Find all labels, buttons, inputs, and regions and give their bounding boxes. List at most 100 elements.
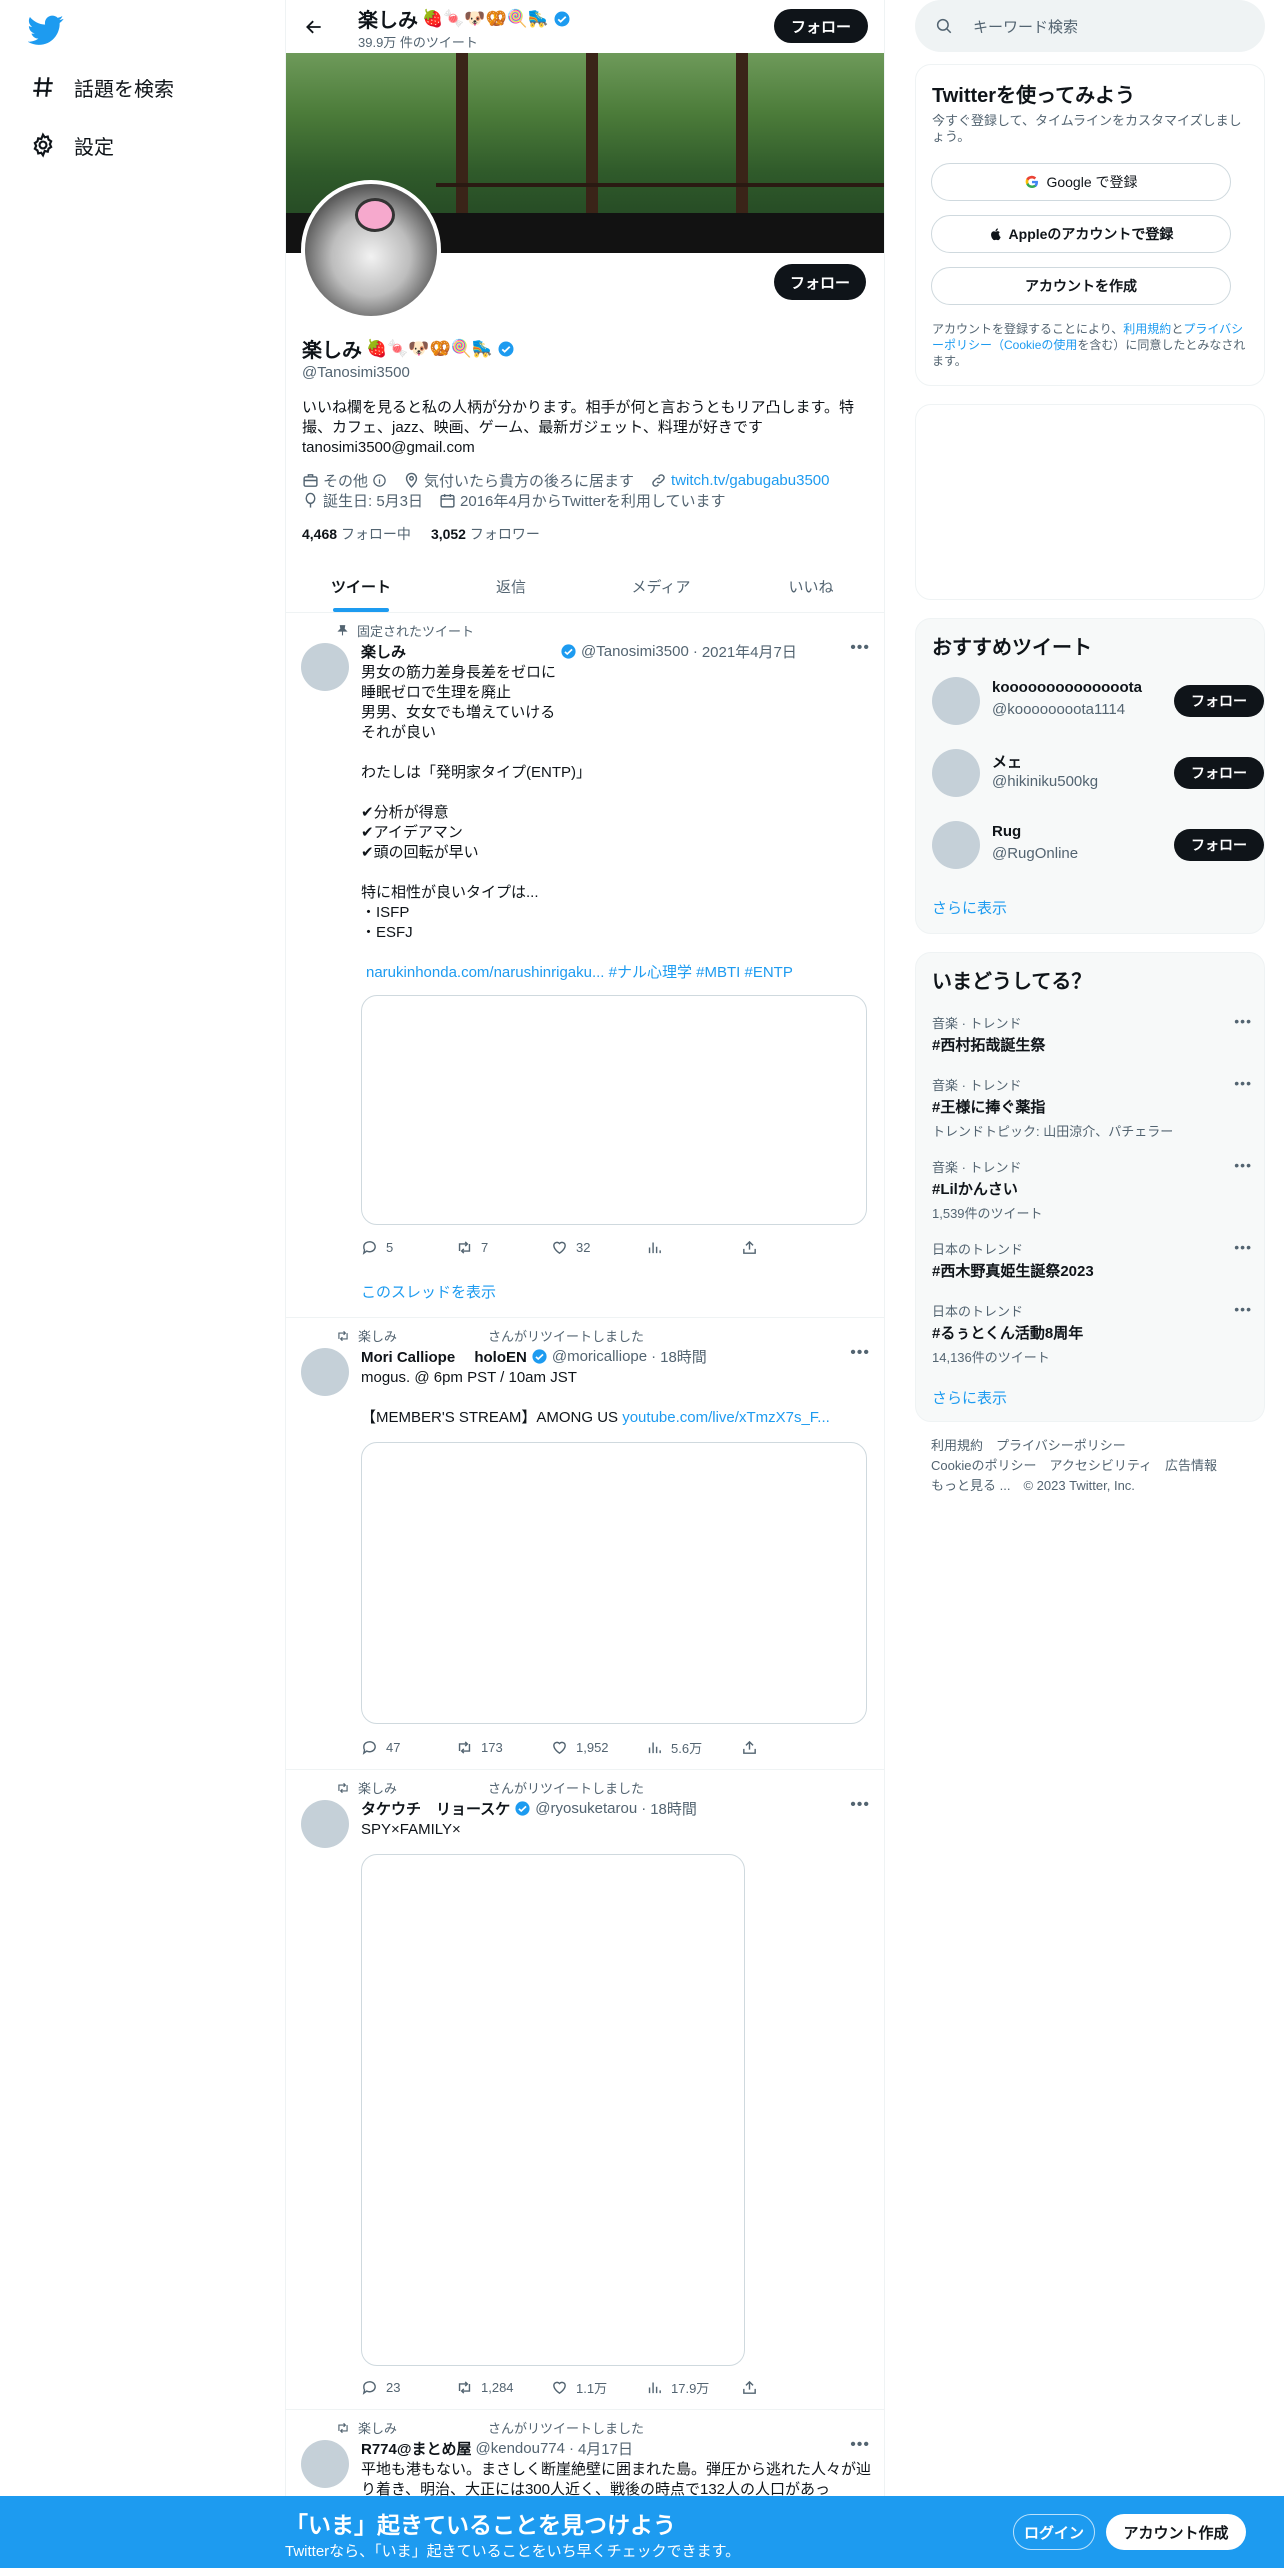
views-action[interactable] xyxy=(646,1239,741,1256)
left-navigation: 話題を検索 設定 xyxy=(0,0,285,2568)
share-action[interactable] xyxy=(741,1239,836,1256)
followers-link[interactable]: 3,052 フォロワー xyxy=(431,524,540,544)
following-link[interactable]: 4,468 フォロー中 xyxy=(302,524,411,544)
tweet-pinned[interactable]: 固定されたツイート 楽しみ @Tanosimi3500 · 2021年4月7日 … xyxy=(286,613,884,1318)
avatar[interactable] xyxy=(932,821,980,869)
info-icon[interactable] xyxy=(372,473,387,488)
tweet-author-name[interactable]: 楽しみ xyxy=(361,641,406,662)
trend-item[interactable]: 音楽 · トレンド #西村拓哉誕生祭 ••• xyxy=(932,1013,1252,1055)
tab-media[interactable]: メディア xyxy=(586,560,736,612)
login-button[interactable]: ログイン xyxy=(1013,2514,1095,2550)
tweet-avatar[interactable] xyxy=(301,1348,349,1396)
retweet-action[interactable]: 173 xyxy=(456,1738,551,1757)
footer-line-3[interactable]: もっと見る ... © 2023 Twitter, Inc. xyxy=(931,1476,1251,1496)
recommended-user-3[interactable]: Rug @RugOnline フォロー xyxy=(932,815,1264,875)
like-action[interactable]: 1.1万 xyxy=(551,2378,646,2397)
footer-line-2[interactable]: Cookieのポリシー アクセシビリティ 広告情報 xyxy=(931,1456,1251,1476)
reply-action[interactable]: 5 xyxy=(361,1239,456,1256)
recommended-user-1[interactable]: koooooooooooooota @koooooooota1114 フォロー xyxy=(932,671,1264,731)
tweet-date[interactable]: 4月17日 xyxy=(578,2438,633,2459)
tweet-media-card[interactable] xyxy=(361,1442,867,1724)
more-options-icon[interactable]: ••• xyxy=(850,1344,870,1362)
share-action[interactable] xyxy=(741,1738,836,1757)
retweet-action[interactable]: 7 xyxy=(456,1239,551,1256)
views-action[interactable]: 5.6万 xyxy=(646,1738,741,1757)
topbar-follow-button[interactable]: フォロー xyxy=(774,9,868,43)
avatar[interactable] xyxy=(932,677,980,725)
reply-action[interactable]: 47 xyxy=(361,1738,456,1757)
tab-tweets[interactable]: ツイート xyxy=(286,560,436,612)
tweet-author-handle[interactable]: @ryosuketarou xyxy=(535,1800,637,1817)
tweet-date[interactable]: 18時間 xyxy=(660,1346,707,1367)
avatar[interactable] xyxy=(932,749,980,797)
profile-url[interactable]: twitch.tv/gabugabu3500 xyxy=(650,472,829,489)
twitter-logo-icon[interactable] xyxy=(28,12,64,48)
tweet-media-card[interactable] xyxy=(361,1854,745,2366)
like-action[interactable]: 1,952 xyxy=(551,1738,646,1757)
recommended-user-2[interactable]: メェ @hikiniku500kg フォロー xyxy=(932,743,1264,803)
cookie-link[interactable]: （Cookieの使用 xyxy=(992,338,1077,352)
tweet-author-handle[interactable]: @Tanosimi3500 xyxy=(581,643,689,660)
profile-url-link[interactable]: twitch.tv/gabugabu3500 xyxy=(671,472,829,489)
like-action[interactable]: 32 xyxy=(551,1239,646,1256)
user-name[interactable]: Rug xyxy=(992,823,1021,840)
more-options-icon[interactable]: ••• xyxy=(1234,1013,1252,1029)
tweet-author-handle[interactable]: @moricalliope xyxy=(552,1348,647,1365)
show-thread-link[interactable]: このスレッドを表示 xyxy=(361,1281,496,1302)
apple-signup-button[interactable]: Appleのアカウントで登録 xyxy=(931,215,1231,253)
follow-button[interactable]: フォロー xyxy=(1174,685,1264,717)
tweet-author-name[interactable]: R774@まとめ屋 xyxy=(361,2438,472,2459)
tweet-retweet-2[interactable]: 楽しみ さんがリツイートしました タケウチ リョースケ @ryosuketaro… xyxy=(286,1770,884,2410)
back-arrow-icon[interactable] xyxy=(298,11,330,43)
google-icon xyxy=(1024,174,1040,190)
trends-title: いまどうしてる？ xyxy=(932,971,1092,993)
more-options-icon[interactable]: ••• xyxy=(850,1796,870,1814)
trend-item[interactable]: 日本のトレンド #西木野真姫生誕祭2023 ••• xyxy=(932,1239,1252,1281)
more-options-icon[interactable]: ••• xyxy=(1234,1301,1252,1317)
more-options-icon[interactable]: ••• xyxy=(850,2436,870,2454)
signup-button[interactable]: アカウント作成 xyxy=(1106,2514,1246,2550)
profile-avatar[interactable] xyxy=(301,180,441,320)
more-options-icon[interactable]: ••• xyxy=(1234,1157,1252,1173)
tab-replies[interactable]: 返信 xyxy=(436,560,586,612)
follow-button[interactable]: フォロー xyxy=(1174,829,1264,861)
tweet-links[interactable]: narukinhonda.com/narushinrigaku... #ナル心理… xyxy=(366,963,876,983)
search-box[interactable]: キーワード検索 xyxy=(915,0,1265,52)
tweet-date[interactable]: 18時間 xyxy=(650,1798,697,1819)
more-options-icon[interactable]: ••• xyxy=(850,639,870,657)
tweet-date[interactable]: 2021年4月7日 xyxy=(702,641,797,662)
retweet-action[interactable]: 1,284 xyxy=(456,2378,551,2397)
share-action[interactable] xyxy=(741,2378,836,2397)
tweet-link[interactable]: youtube.com/live/xTmzX7s_F... xyxy=(622,1409,830,1426)
user-name[interactable]: メェ xyxy=(992,751,1022,772)
profile-follow-button[interactable]: フォロー xyxy=(774,264,866,300)
views-action[interactable]: 17.9万 xyxy=(646,2378,741,2397)
nav-explore[interactable]: 話題を検索 xyxy=(28,62,174,112)
more-options-icon[interactable]: ••• xyxy=(1234,1075,1252,1091)
tweet-avatar[interactable] xyxy=(301,1800,349,1848)
recommended-show-more[interactable]: さらに表示 xyxy=(932,897,1007,918)
tweet-avatar[interactable] xyxy=(301,2440,349,2488)
create-account-button[interactable]: アカウントを作成 xyxy=(931,267,1231,305)
tweet-author-handle[interactable]: @kendou774 xyxy=(476,2440,565,2457)
trends-show-more[interactable]: さらに表示 xyxy=(932,1387,1007,1408)
tweet-author-name[interactable]: タケウチ リョースケ xyxy=(361,1798,510,1819)
terms-link[interactable]: 利用規約 xyxy=(1123,322,1171,336)
tweet-author-name[interactable]: Mori Calliope holoEN xyxy=(361,1346,527,1367)
tab-likes[interactable]: いいね xyxy=(736,560,884,612)
nav-settings[interactable]: 設定 xyxy=(28,120,114,170)
tweet-actions: 5 7 32 xyxy=(361,1239,836,1256)
reply-action[interactable]: 23 xyxy=(361,2378,456,2397)
more-options-icon[interactable]: ••• xyxy=(1234,1239,1252,1255)
google-signup-button[interactable]: Google で登録 xyxy=(931,163,1231,201)
footer-line-1[interactable]: 利用規約 プライバシーポリシー xyxy=(931,1436,1251,1456)
user-name[interactable]: koooooooooooooota xyxy=(992,679,1142,696)
trend-item[interactable]: 音楽 · トレンド #Lilかんさい 1,539件のツイート ••• xyxy=(932,1157,1252,1222)
trend-item[interactable]: 日本のトレンド #るぅとくん活動8周年 14,136件のツイート ••• xyxy=(932,1301,1252,1366)
follow-button[interactable]: フォロー xyxy=(1174,757,1264,789)
trend-item[interactable]: 音楽 · トレンド #王様に捧ぐ薬指 トレンドトピック: 山田涼介、パチェラー … xyxy=(932,1075,1252,1140)
profile-birthday-text: 誕生日: 5月3日 xyxy=(323,493,424,510)
tweet-avatar[interactable] xyxy=(301,643,349,691)
tweet-media-card[interactable] xyxy=(361,995,867,1225)
tweet-retweet-1[interactable]: 楽しみ さんがリツイートしました Mori Calliope holoEN @m… xyxy=(286,1318,884,1770)
